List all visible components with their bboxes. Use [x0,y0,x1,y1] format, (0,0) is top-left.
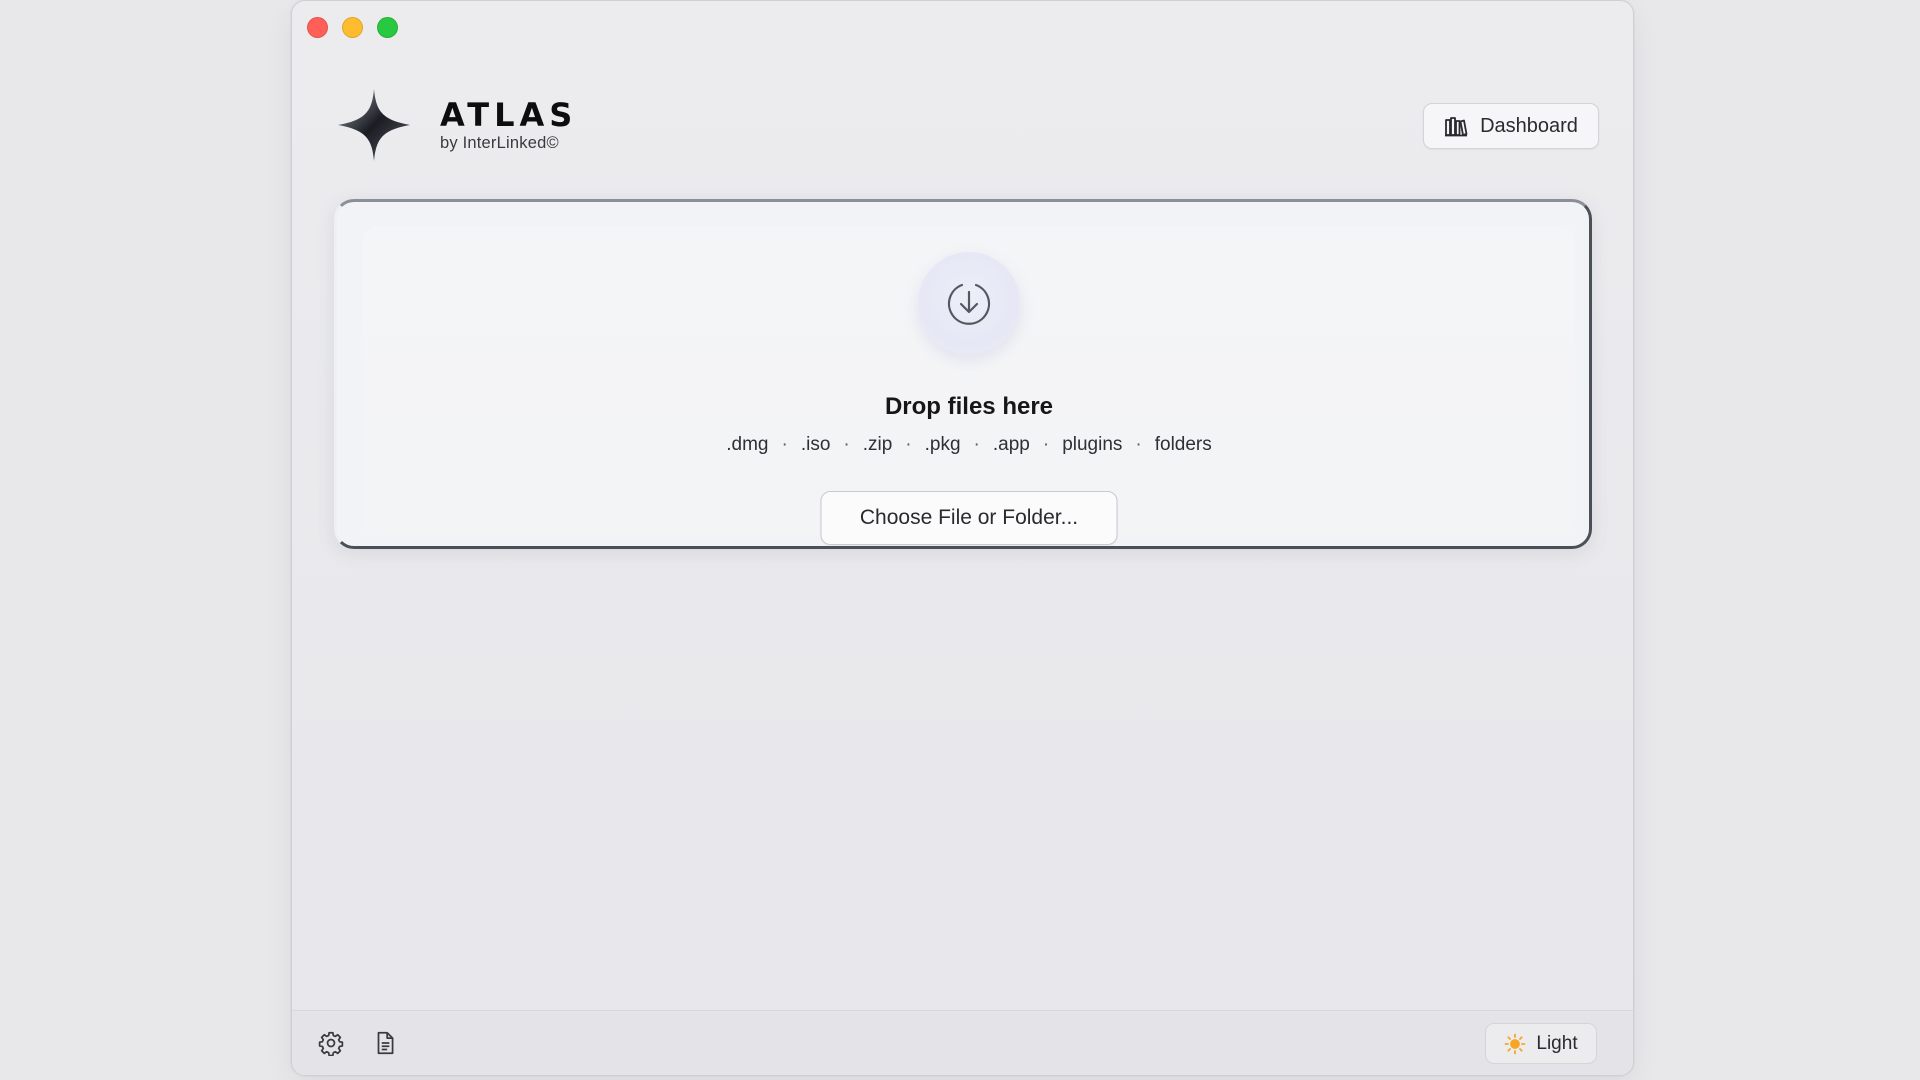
close-window-button[interactable] [307,17,328,38]
library-books-icon [1445,117,1468,137]
file-type-folders: folders [1154,434,1212,455]
window-controls [307,17,398,38]
sun-icon [1504,1033,1526,1054]
desktop: ATLAS by InterLinked© Dashboard Drop fil… [0,0,1920,1080]
separator-dot: · [1135,434,1142,455]
app-window: ATLAS by InterLinked© Dashboard Drop fil… [291,0,1634,1076]
app-title: ATLAS [440,95,578,134]
dashboard-button-label: Dashboard [1480,114,1578,137]
document-icon[interactable] [372,1030,398,1056]
separator-dot: · [843,434,850,455]
separator-dot: · [905,434,912,455]
drop-zone-inner: Drop files here .dmg · .iso · .zip · .pk… [363,226,1575,545]
download-arrow-icon [918,252,1020,354]
file-type-plugins: plugins [1062,434,1123,455]
minimize-window-button[interactable] [342,17,363,38]
supported-file-types: .dmg · .iso · .zip · .pkg · .app · plugi… [363,434,1575,456]
theme-toggle-label: Light [1536,1032,1578,1054]
separator-dot: · [1042,434,1050,455]
separator-dot: · [973,434,980,455]
gear-icon[interactable] [318,1030,344,1056]
file-type-zip: .zip [862,434,893,455]
file-type-dmg: .dmg [726,434,769,455]
file-type-iso: .iso [800,434,831,455]
file-type-pkg: .pkg [924,434,961,455]
sparkle-star-icon [338,89,410,161]
drop-zone-title: Drop files here [884,393,1054,420]
brand-header: ATLAS by InterLinked© [338,89,577,161]
drop-zone[interactable]: Drop files here .dmg · .iso · .zip · .pk… [334,199,1592,549]
zoom-window-button[interactable] [377,17,398,38]
app-subtitle: by InterLinked© [440,133,559,152]
theme-toggle-button[interactable]: Light [1485,1023,1597,1064]
choose-file-button[interactable]: Choose File or Folder... [820,491,1118,545]
separator-dot: · [781,434,788,455]
dashboard-button[interactable]: Dashboard [1423,103,1599,149]
footer-bar: Light [292,1010,1633,1075]
file-type-app: .app [992,434,1030,455]
